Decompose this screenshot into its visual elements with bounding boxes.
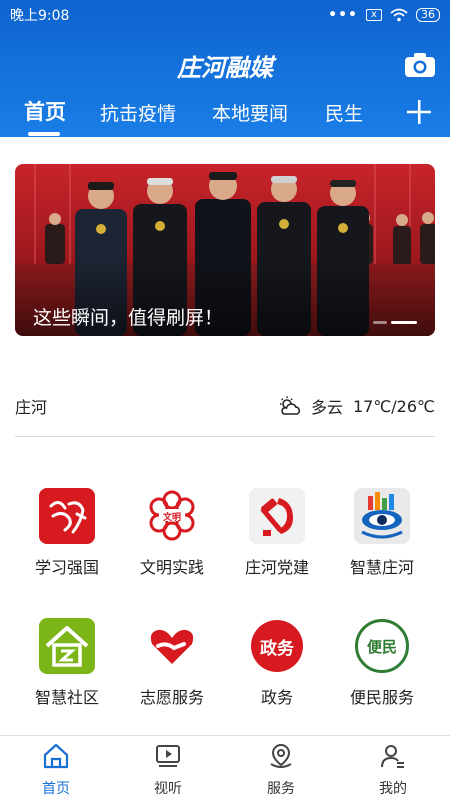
nav-label: 视听 <box>154 781 182 797</box>
service-label: 学习强国 <box>34 558 99 577</box>
service-xuexi-qiangguo[interactable]: 学习强国 <box>15 488 119 578</box>
volunteer-heart-hand-icon <box>144 618 200 674</box>
service-zhengwu[interactable]: 政务 政务 <box>225 618 329 708</box>
wifi-icon <box>390 8 408 22</box>
weather-location: 庄河 <box>15 398 48 417</box>
category-tabs: 首页 抗击疫情 本地要闻 民生 <box>0 96 450 136</box>
service-label: 志愿服务 <box>139 688 204 707</box>
header: 晚上9:08 ••• x 36 庄河融媒 首页 抗击疫情 本地要闻 民生 <box>0 0 450 137</box>
weather-info: 多云 17℃/26℃ <box>277 394 435 418</box>
service-zhiyuan-fuwu[interactable]: 志愿服务 <box>120 618 224 708</box>
news-banner[interactable]: 这些瞬间，值得刷屏！ <box>15 164 435 336</box>
convenience-service-icon: 便民 <box>354 618 410 674</box>
service-label: 智慧庄河 <box>349 558 414 577</box>
app-screen: 晚上9:08 ••• x 36 庄河融媒 首页 抗击疫情 本地要闻 民生 这些瞬… <box>0 0 450 800</box>
nav-services[interactable]: 服务 <box>241 742 321 798</box>
service-label: 智慧社区 <box>34 688 99 707</box>
government-affairs-icon: 政务 <box>249 618 305 674</box>
service-label: 便民服务 <box>349 688 414 707</box>
tab-local-news[interactable]: 本地要闻 <box>212 99 288 126</box>
status-icons: ••• x 36 <box>328 7 440 23</box>
service-wenming-shijian[interactable]: 文明 文明实践 <box>120 488 224 578</box>
wenming-shijian-icon: 文明 <box>144 488 200 544</box>
tab-livelihood[interactable]: 民生 <box>325 99 363 126</box>
cloudy-icon <box>279 396 301 415</box>
service-label: 庄河党建 <box>244 558 309 577</box>
service-zhuanghe-dangjian[interactable]: 庄河党建 <box>225 488 329 578</box>
nav-audio-video[interactable]: 视听 <box>128 742 208 798</box>
service-label: 文明实践 <box>139 558 204 577</box>
service-zhihui-zhuanghe[interactable]: 智慧庄河 <box>330 488 434 578</box>
smart-city-eye-icon <box>354 488 410 544</box>
battery-icon: 36 <box>416 8 440 22</box>
nav-mine[interactable]: 我的 <box>353 742 433 798</box>
nav-home[interactable]: 首页 <box>16 742 96 798</box>
app-title: 庄河融媒 <box>177 53 273 82</box>
more-dots-icon: ••• <box>328 7 358 23</box>
location-pin-icon <box>270 743 292 768</box>
no-sim-icon: x <box>366 9 382 21</box>
divider <box>15 436 435 437</box>
user-profile-icon <box>381 745 404 768</box>
camera-icon[interactable] <box>404 52 436 78</box>
bottom-nav: 首页 视听 服务 我的 <box>0 735 450 800</box>
service-label: 政务 <box>260 688 293 707</box>
nav-label: 首页 <box>42 781 70 797</box>
nav-label: 服务 <box>267 781 295 797</box>
community-house-icon <box>39 618 95 674</box>
tab-active-indicator <box>28 132 60 136</box>
nav-label: 我的 <box>379 781 407 797</box>
weather-row[interactable]: 庄河 多云 17℃/26℃ <box>15 388 435 424</box>
zhengwu-glyph: 政务 <box>251 620 303 672</box>
weather-condition: 多云 <box>310 398 343 417</box>
bianmin-ring: 便民 <box>355 619 409 673</box>
status-bar: 晚上9:08 ••• x 36 <box>0 0 450 30</box>
banner-pagination <box>373 321 417 324</box>
wenming-glyph: 文明 <box>162 512 181 523</box>
banner-dot-active <box>391 321 417 324</box>
banner-caption: 这些瞬间，值得刷屏！ <box>33 307 224 329</box>
service-bianmin-fuwu[interactable]: 便民 便民服务 <box>330 618 434 708</box>
party-emblem-icon <box>249 488 305 544</box>
home-icon <box>43 743 69 769</box>
add-tab-icon[interactable] <box>405 98 433 126</box>
service-zhihui-shequ[interactable]: 智慧社区 <box>15 618 119 708</box>
bianmin-glyph: 便民 <box>366 637 397 656</box>
tab-fight-epidemic[interactable]: 抗击疫情 <box>100 99 176 126</box>
xuexi-qiangguo-icon <box>39 488 95 544</box>
video-play-icon <box>156 745 180 767</box>
tab-home[interactable]: 首页 <box>24 96 66 126</box>
status-time: 晚上9:08 <box>10 8 70 24</box>
banner-dot <box>373 321 387 324</box>
weather-temperature: 17℃/26℃ <box>352 396 435 416</box>
